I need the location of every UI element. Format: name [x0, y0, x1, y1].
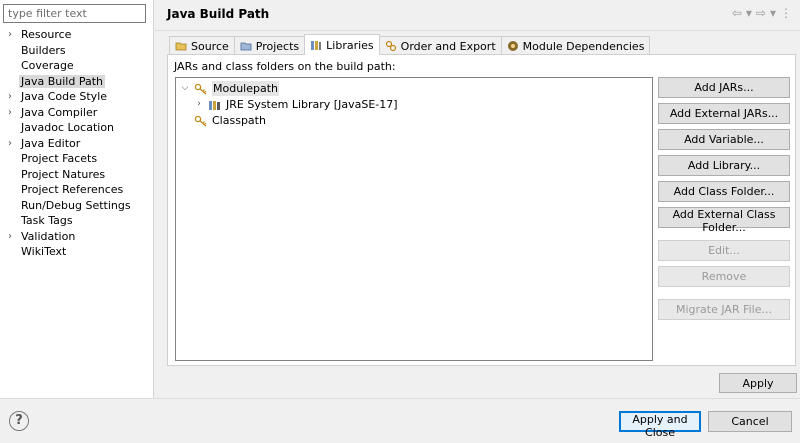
add-library-button[interactable]: Add Library... — [658, 155, 790, 176]
sidebar-item-label: Java Build Path — [19, 74, 106, 88]
sidebar-item-java-code-style[interactable]: › Java Code Style — [0, 89, 154, 105]
sidebar-item-label: Builders — [21, 43, 66, 57]
tree-node-jre-system-library[interactable]: › JRE System Library [JavaSE-17] — [194, 97, 398, 112]
tab-bar: Source Projects Libraries Order and Expo… — [169, 34, 651, 55]
remove-button[interactable]: Remove — [658, 266, 790, 287]
tree-node-label: Modulepath — [212, 81, 280, 96]
dialog-footer: ? Apply and Close Cancel — [0, 398, 800, 443]
sidebar-item-project-references[interactable]: Project References — [0, 182, 154, 198]
properties-page: Java Build Path ⇦ ▾ ⇨ ▾ ⋮ Source Project… — [155, 0, 800, 398]
sidebar: › Resource Builders Coverage Java Build … — [0, 0, 154, 398]
sidebar-item-label: Task Tags — [21, 214, 73, 227]
libraries-icon — [310, 39, 322, 51]
sidebar-item-label: Project References — [21, 183, 124, 196]
tab-label: Libraries — [326, 38, 374, 52]
tab-projects[interactable]: Projects — [233, 36, 306, 55]
tab-label: Module Dependencies — [522, 39, 645, 53]
sidebar-item-label: Project Facets — [21, 152, 98, 165]
sidebar-item-project-facets[interactable]: Project Facets — [0, 151, 154, 167]
chevron-right-icon[interactable]: › — [8, 105, 12, 121]
sidebar-item-label: Java Compiler — [21, 105, 98, 119]
migrate-jar-file-button[interactable]: Migrate JAR File... — [658, 299, 790, 320]
chevron-right-icon[interactable]: › — [8, 27, 12, 43]
chevron-right-icon[interactable]: › — [8, 136, 12, 152]
add-external-jars-button[interactable]: Add External JARs... — [658, 103, 790, 124]
tree-node-modulepath[interactable]: ⌵ Modulepath — [180, 81, 280, 96]
tab-order-and-export[interactable]: Order and Export — [378, 36, 502, 55]
tab-source[interactable]: Source — [169, 36, 235, 55]
classpath-container-icon — [194, 115, 208, 127]
chevron-right-icon[interactable]: › — [8, 229, 12, 245]
cancel-button[interactable]: Cancel — [708, 411, 792, 432]
add-jars-button[interactable]: Add JARs... — [658, 77, 790, 98]
sidebar-item-label: Java Editor — [21, 136, 81, 150]
sidebar-item-builders[interactable]: Builders — [0, 43, 154, 59]
filter-input[interactable] — [3, 4, 146, 23]
sidebar-item-javadoc-location[interactable]: Javadoc Location — [0, 120, 154, 136]
tab-label: Source — [191, 39, 229, 53]
source-folder-icon — [175, 40, 187, 52]
tab-label: Projects — [255, 39, 300, 53]
page-title: Java Build Path — [167, 7, 270, 21]
sidebar-item-label: Java Code Style — [21, 90, 108, 103]
sidebar-item-project-natures[interactable]: Project Natures — [0, 167, 154, 183]
classpath-container-icon — [194, 83, 208, 95]
add-external-class-folder-button[interactable]: Add External Class Folder... — [658, 207, 790, 234]
tree-node-label: Classpath — [212, 114, 266, 127]
sidebar-item-wikitext[interactable]: WikiText — [0, 244, 154, 260]
sidebar-item-run-debug-settings[interactable]: Run/Debug Settings — [0, 198, 154, 214]
sidebar-item-java-build-path[interactable]: Java Build Path — [0, 74, 154, 90]
sidebar-item-label: Resource — [21, 28, 72, 41]
more-menu-icon[interactable]: ⋮ — [780, 6, 792, 20]
chevron-right-icon[interactable]: › — [8, 89, 12, 105]
sidebar-item-task-tags[interactable]: Task Tags — [0, 213, 154, 229]
sidebar-item-label: Run/Debug Settings — [21, 198, 131, 212]
chevron-down-icon[interactable]: ⌵ — [180, 81, 190, 96]
back-arrow-icon[interactable]: ⇦ — [732, 6, 742, 20]
sidebar-item-label: Javadoc Location — [21, 121, 115, 134]
tab-module-dependencies[interactable]: Module Dependencies — [500, 36, 651, 55]
sidebar-item-java-compiler[interactable]: › Java Compiler — [0, 105, 154, 121]
tree-node-classpath[interactable]: Classpath — [194, 113, 266, 128]
property-page-list: › Resource Builders Coverage Java Build … — [0, 27, 154, 260]
build-path-tree[interactable]: ⌵ Modulepath › JRE System Library [JavaS… — [175, 77, 653, 361]
order-export-icon — [385, 40, 397, 52]
chevron-down-icon[interactable]: ▾ — [770, 6, 776, 20]
libraries-panel: JARs and class folders on the build path… — [167, 54, 796, 366]
chevron-down-icon[interactable]: ▾ — [746, 6, 752, 20]
sidebar-item-label: Coverage — [21, 59, 74, 72]
apply-button[interactable]: Apply — [719, 373, 797, 393]
tab-libraries[interactable]: Libraries — [304, 34, 380, 55]
tree-node-label: JRE System Library [JavaSE-17] — [226, 98, 398, 111]
panel-caption: JARs and class folders on the build path… — [174, 60, 396, 73]
module-icon — [507, 40, 519, 52]
add-variable-button[interactable]: Add Variable... — [658, 129, 790, 150]
forward-arrow-icon[interactable]: ⇨ — [756, 6, 766, 20]
sidebar-item-label: Project Natures — [21, 167, 106, 181]
divider — [155, 30, 800, 31]
history-nav: ⇦ ▾ ⇨ ▾ ⋮ — [732, 6, 792, 20]
sidebar-item-label: WikiText — [21, 245, 67, 258]
projects-icon — [240, 40, 252, 52]
chevron-right-icon[interactable]: › — [194, 97, 204, 112]
tab-label: Order and Export — [400, 39, 496, 53]
sidebar-item-validation[interactable]: › Validation — [0, 229, 154, 245]
sidebar-item-java-editor[interactable]: › Java Editor — [0, 136, 154, 152]
edit-button[interactable]: Edit... — [658, 240, 790, 261]
help-icon[interactable]: ? — [9, 411, 29, 431]
sidebar-item-resource[interactable]: › Resource — [0, 27, 154, 43]
library-icon — [208, 99, 222, 111]
add-class-folder-button[interactable]: Add Class Folder... — [658, 181, 790, 202]
sidebar-item-label: Validation — [21, 229, 76, 243]
sidebar-item-coverage[interactable]: Coverage — [0, 58, 154, 74]
apply-and-close-button[interactable]: Apply and Close — [619, 411, 701, 439]
